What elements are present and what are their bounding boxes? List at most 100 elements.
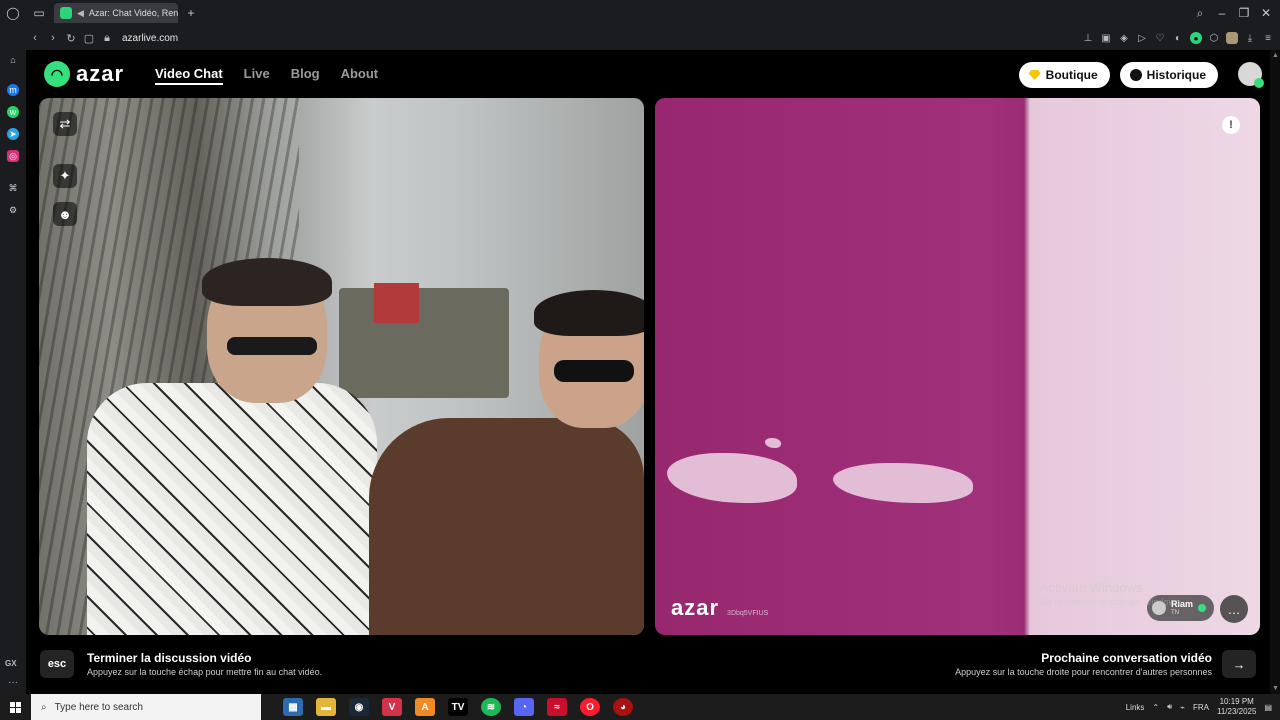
close-button[interactable]: ✕ — [1256, 0, 1276, 26]
gem-icon — [1028, 70, 1041, 80]
boutique-label: Boutique — [1045, 68, 1098, 82]
report-icon[interactable]: ! — [1222, 116, 1240, 134]
scroll-up-icon[interactable]: ▲ — [1272, 52, 1279, 59]
pin-icon[interactable]: ⊥ — [1082, 32, 1094, 44]
app-red-icon[interactable]: V — [382, 698, 402, 716]
historique-label: Historique — [1146, 68, 1206, 82]
toolbar-icons: ⊥ ▣ ◈ ▷ ♡ ◐ ● ⬡ ⤓ ≡ — [1082, 26, 1274, 50]
nav-video-chat[interactable]: Video Chat — [155, 66, 223, 85]
start-button[interactable] — [0, 694, 30, 720]
reload-icon[interactable]: ↻ — [62, 32, 80, 45]
restore-button[interactable]: ❐ — [1234, 0, 1254, 26]
tray-links[interactable]: Links — [1126, 703, 1145, 712]
back-icon[interactable]: ‹ — [26, 32, 44, 44]
extensions-icon[interactable]: ⬡ — [1208, 32, 1220, 44]
store-icon[interactable]: ▦ — [283, 698, 303, 716]
user-avatar[interactable] — [1238, 62, 1264, 88]
app-orange-icon[interactable]: A — [415, 698, 435, 716]
language-indicator[interactable]: FRA — [1193, 703, 1209, 712]
settings-icon[interactable]: ⚙ — [7, 204, 19, 216]
steam-icon[interactable]: ◉ — [349, 698, 369, 716]
menu-icon[interactable]: ≡ — [1262, 32, 1274, 44]
search-icon[interactable]: ⌕ — [1190, 0, 1210, 26]
shield-icon[interactable]: ◈ — [1118, 32, 1130, 44]
face-filter-icon[interactable]: ☻ — [53, 202, 77, 226]
opera-gx-icon[interactable]: ◕ — [613, 698, 633, 716]
app-crimson-icon[interactable]: ≈ — [547, 698, 567, 716]
end-chat-subtitle: Appuyez sur la touche échap pour mettre … — [87, 667, 323, 677]
opera-menu-icon[interactable]: ◯ — [0, 0, 26, 26]
taskbar-search[interactable]: ⌕ Type here to search — [31, 694, 261, 720]
historique-button[interactable]: Historique — [1119, 62, 1218, 88]
volume-icon[interactable]: 🔊︎ — [1167, 702, 1172, 712]
file-explorer-icon[interactable]: ▬ — [316, 698, 336, 716]
taskbar-apps: ▦ ▬ ◉ V A TV ≋ ◔ ≈ O ◕ — [283, 694, 633, 720]
download-icon[interactable]: ⤓ — [1244, 32, 1256, 44]
chat-icon[interactable]: … — [1220, 595, 1248, 623]
search-placeholder: Type here to search — [54, 701, 143, 713]
messenger-icon[interactable]: m — [7, 84, 19, 96]
browser-tab[interactable]: ◀ Azar: Chat Vidéo, Ren — [54, 3, 178, 23]
clock[interactable]: 10:19 PM 11/23/2025 — [1217, 697, 1256, 717]
next-chat-subtitle: Appuyez sur la touche droite pour rencon… — [955, 667, 1212, 677]
end-chat-title: Terminer la discussion vidéo — [87, 651, 252, 665]
instagram-icon[interactable]: ◎ — [7, 150, 19, 162]
swap-view-icon[interactable]: ⇄ — [53, 112, 77, 136]
next-chat-title: Prochaine conversation vidéo — [1041, 651, 1212, 665]
chevron-up-icon[interactable]: ⌃ — [1152, 703, 1159, 712]
main-nav: Video Chat Live Blog About — [155, 66, 378, 85]
watermark-logo: azar — [671, 595, 720, 620]
nav-blog[interactable]: Blog — [291, 66, 320, 85]
boutique-button[interactable]: Boutique — [1018, 62, 1110, 88]
discord-icon[interactable]: ◔ — [514, 698, 534, 716]
time: 10:19 PM — [1219, 697, 1254, 706]
sidebar-history-icon[interactable]: ⌘ — [7, 182, 19, 194]
watermark-id: 3Dbq5VFIUS — [727, 610, 769, 617]
search-icon: ⌕ — [41, 701, 47, 713]
spotify-icon[interactable]: ≋ — [481, 698, 501, 716]
page-scrollbar[interactable]: ▲ ▼ — [1270, 50, 1280, 694]
header-buttons: Boutique Historique — [1018, 62, 1218, 88]
next-arrow-button[interactable]: → — [1222, 650, 1256, 678]
sidebar-home-icon[interactable]: ⌂ — [7, 54, 19, 66]
scroll-down-icon[interactable]: ▼ — [1272, 685, 1279, 692]
clock-icon — [1129, 69, 1142, 81]
remote-video: ! azar 3Dbq5VFIUS Riam TN … — [655, 98, 1260, 635]
nav-about[interactable]: About — [341, 66, 379, 85]
new-tab-button[interactable]: + — [178, 0, 204, 26]
gx-label[interactable]: GX — [5, 659, 17, 668]
esc-key-button[interactable]: esc — [40, 650, 74, 678]
logo-text: azar — [76, 61, 125, 86]
more-icon[interactable]: ··· — [8, 677, 18, 688]
profile-avatar[interactable] — [1226, 32, 1238, 44]
snapshot-icon[interactable]: ▢ — [80, 32, 98, 45]
play-icon[interactable]: ▷ — [1136, 32, 1148, 44]
url-field[interactable]: azarlive.com — [122, 33, 178, 44]
telegram-icon[interactable]: ➤ — [7, 128, 19, 140]
tab-islands-icon[interactable]: ▭ — [26, 0, 52, 26]
nav-live[interactable]: Live — [244, 66, 270, 85]
local-video: ⇄ ✦ ☻ — [39, 98, 644, 635]
system-tray: Links ⌃ 🔊︎ ⌁ FRA 10:19 PM 11/23/2025 ▤ — [1126, 694, 1280, 720]
whatsapp-icon[interactable]: w — [7, 106, 19, 118]
aria-icon[interactable]: ◐ — [1172, 32, 1184, 44]
activate-windows-subtitle: Go to Settings to activate Windows. — [1040, 597, 1183, 607]
heart-icon[interactable]: ♡ — [1154, 32, 1166, 44]
wall-stain — [765, 438, 781, 448]
network-icon[interactable]: ⌁ — [1180, 703, 1185, 712]
opera-icon[interactable]: O — [580, 698, 600, 716]
forward-icon[interactable]: › — [44, 32, 62, 44]
notification-icon[interactable]: ▤ — [1264, 703, 1272, 712]
speaker-icon[interactable]: ◀ — [77, 8, 84, 19]
tradingview-icon[interactable]: TV — [448, 698, 468, 716]
activate-windows-title: Activate Windows — [1040, 580, 1143, 595]
vpn-badge-icon[interactable]: ● — [1190, 32, 1202, 44]
verified-badge-icon — [1198, 604, 1206, 612]
minimize-button[interactable]: – — [1212, 0, 1232, 26]
browser-sidebar: ⌂ m w ➤ ◎ ⌘ ⚙ GX ··· — [0, 26, 26, 694]
effects-sparkle-icon[interactable]: ✦ — [53, 164, 77, 188]
azar-logo[interactable]: ◠ azar — [44, 61, 124, 87]
address-bar: ‹ › ↻ ▢ 🔒︎ azarlive.com ⊥ ▣ ◈ ▷ ♡ ◐ ● ⬡ … — [26, 26, 1280, 50]
video-tools: ⇄ ✦ ☻ — [53, 112, 77, 226]
screenshot-icon[interactable]: ▣ — [1100, 32, 1112, 44]
